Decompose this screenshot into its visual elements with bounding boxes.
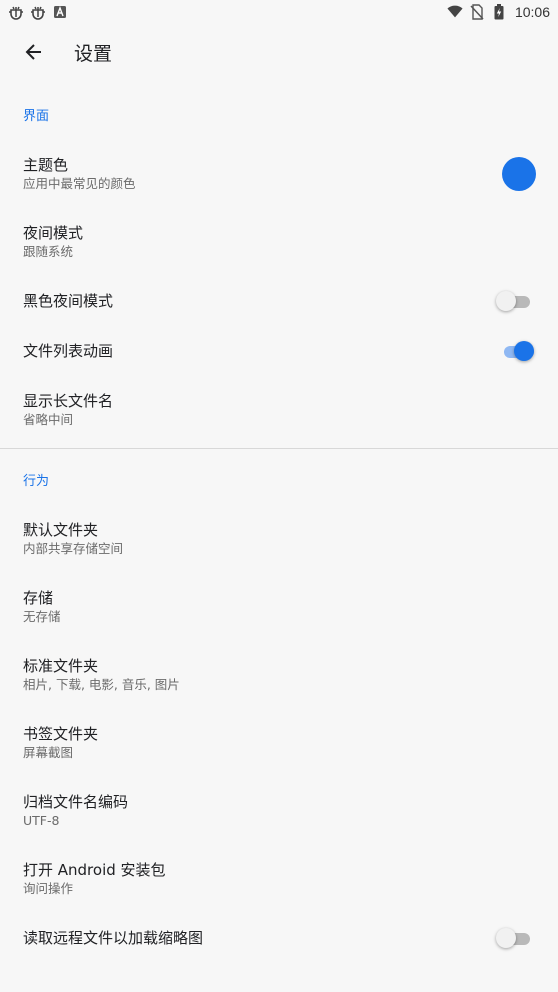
pref-theme-color[interactable]: 主题色 应用中最常见的颜色 [0, 140, 558, 208]
pref-title: 存储 [23, 589, 54, 607]
pref-text: 默认文件夹 内部共享存储空间 [23, 520, 536, 558]
pref-title: 归档文件名编码 [23, 793, 129, 811]
pref-storage[interactable]: 存储 无存储 [0, 573, 558, 641]
pref-title: 标准文件夹 [23, 657, 99, 675]
pref-title: 书签文件夹 [23, 725, 99, 743]
pref-title: 显示长文件名 [23, 392, 114, 410]
pref-summary: 相片, 下载, 电影, 音乐, 图片 [23, 677, 180, 692]
pref-text: 标准文件夹 相片, 下载, 电影, 音乐, 图片 [23, 656, 536, 694]
pref-summary: 屏幕截图 [23, 745, 74, 760]
pref-text: 书签文件夹 屏幕截图 [23, 724, 536, 762]
bug-icon [30, 4, 46, 20]
pref-default-folder[interactable]: 默认文件夹 内部共享存储空间 [0, 505, 558, 573]
page-title: 设置 [74, 42, 113, 65]
pref-title: 文件列表动画 [23, 342, 114, 360]
status-time: 10:06 [514, 4, 550, 20]
pref-text: 归档文件名编码 UTF-8 [23, 792, 536, 830]
pref-text: 打开 Android 安装包 询问操作 [23, 860, 536, 898]
pref-title: 黑色夜间模式 [23, 292, 114, 310]
battery-charging-icon [491, 4, 507, 20]
pref-bookmark-folders[interactable]: 书签文件夹 屏幕截图 [0, 709, 558, 777]
pref-title: 默认文件夹 [23, 521, 99, 539]
no-sim-icon [469, 4, 485, 20]
pref-summary: UTF-8 [23, 813, 60, 828]
pref-summary: 内部共享存储空间 [23, 541, 124, 556]
pref-title: 主题色 [23, 156, 69, 174]
pref-text: 夜间模式 跟随系统 [23, 223, 536, 261]
switch-thumb [496, 291, 516, 311]
section-header-behavior: 行为 [23, 473, 50, 489]
app-bar: 设置 [0, 24, 558, 80]
black-night-mode-switch[interactable] [496, 291, 534, 311]
switch-thumb [514, 341, 534, 361]
switch-thumb [496, 928, 516, 948]
pref-text: 存储 无存储 [23, 588, 536, 626]
theme-color-swatch [502, 157, 536, 191]
settings-list: 界面 主题色 应用中最常见的颜色 夜间模式 跟随系统 黑色夜间模式 文件列表动画 [0, 88, 558, 963]
bug-icon [8, 4, 24, 20]
pref-title: 打开 Android 安装包 [23, 861, 166, 879]
pref-text: 文件列表动画 [23, 341, 500, 361]
font-icon [52, 4, 68, 20]
pref-file-list-animation[interactable]: 文件列表动画 [0, 326, 558, 376]
section-header-interface: 界面 [23, 108, 50, 124]
pref-text: 显示长文件名 省略中间 [23, 391, 536, 429]
status-left-icons [8, 4, 68, 20]
pref-text: 黑色夜间模式 [23, 291, 500, 311]
wifi-icon [447, 4, 463, 20]
pref-text: 主题色 应用中最常见的颜色 [23, 155, 502, 193]
pref-summary: 无存储 [23, 609, 61, 624]
pref-summary: 应用中最常见的颜色 [23, 176, 136, 191]
back-button[interactable] [6, 24, 62, 80]
pref-title: 夜间模式 [23, 224, 84, 242]
pref-text: 读取远程文件以加载缩略图 [23, 928, 500, 948]
arrow-back-icon [25, 44, 41, 60]
pref-remote-thumbnails[interactable]: 读取远程文件以加载缩略图 [0, 913, 558, 963]
pref-title: 读取远程文件以加载缩略图 [23, 929, 204, 947]
pref-open-apk[interactable]: 打开 Android 安装包 询问操作 [0, 845, 558, 913]
pref-summary: 省略中间 [23, 412, 74, 427]
status-right-icons: 10:06 [447, 4, 550, 20]
pref-black-night-mode[interactable]: 黑色夜间模式 [0, 276, 558, 326]
pref-standard-folders[interactable]: 标准文件夹 相片, 下载, 电影, 音乐, 图片 [0, 641, 558, 709]
pref-archive-encoding[interactable]: 归档文件名编码 UTF-8 [0, 777, 558, 845]
section-divider [0, 448, 558, 449]
remote-thumbnails-switch[interactable] [496, 928, 534, 948]
status-bar: 10:06 [0, 0, 558, 24]
pref-summary: 跟随系统 [23, 244, 74, 259]
pref-summary: 询问操作 [23, 881, 74, 896]
pref-long-file-name[interactable]: 显示长文件名 省略中间 [0, 376, 558, 444]
file-list-animation-switch[interactable] [500, 341, 534, 361]
pref-night-mode[interactable]: 夜间模式 跟随系统 [0, 208, 558, 276]
